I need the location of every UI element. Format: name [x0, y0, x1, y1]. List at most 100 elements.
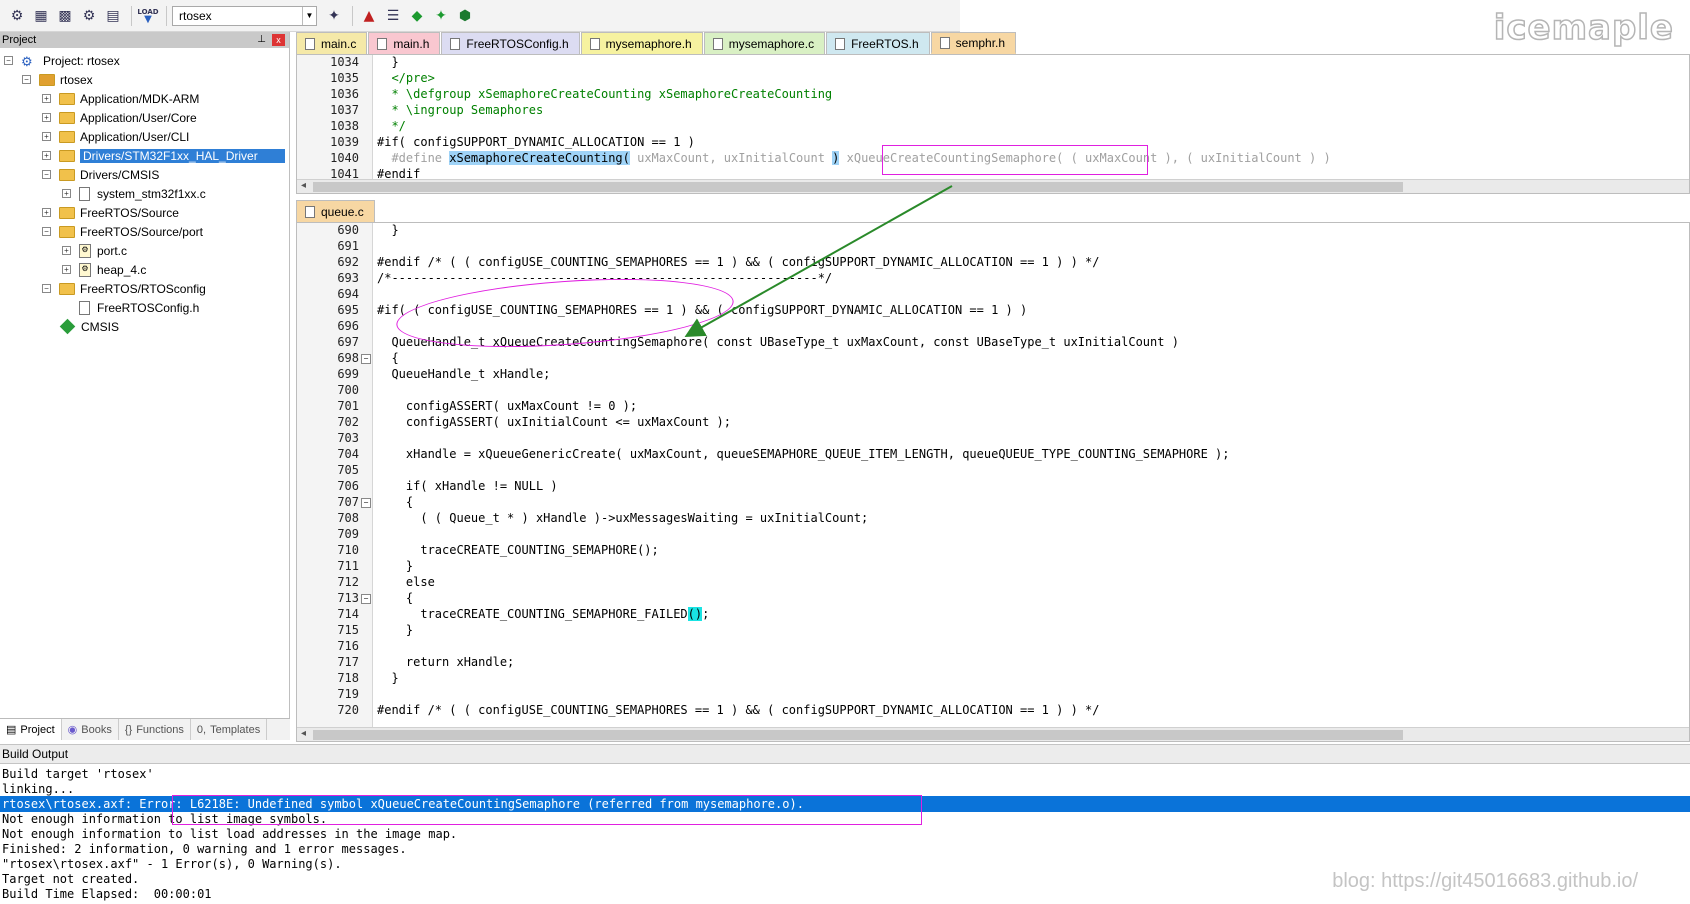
tree-item-group-selected[interactable]: + Drivers/STM32F1xx_HAL_Driver	[42, 146, 285, 165]
run-environment-icon[interactable]: ✦	[430, 5, 452, 27]
tab-mysemaphore-c[interactable]: mysemaphore.c	[703, 32, 826, 54]
line-number: 716	[337, 639, 359, 653]
code-line: 710 traceCREATE_COUNTING_SEMAPHORE();	[297, 543, 1689, 559]
expander-icon[interactable]: +	[42, 208, 51, 217]
tab-freertos-h[interactable]: FreeRTOS.h	[826, 32, 930, 54]
tree-item-group[interactable]: + Application/User/Core	[42, 108, 197, 127]
target-options-icon[interactable]: ✦	[323, 5, 345, 27]
code-token: #endif /* ( ( configUSE_COUNTING_SEMAPHO…	[377, 255, 1100, 269]
tree-item-group[interactable]: − Drivers/CMSIS	[42, 165, 159, 184]
tab-freertosconfig-h[interactable]: FreeRTOSConfig.h	[441, 32, 580, 54]
tree-item-group[interactable]: + Application/MDK-ARM	[42, 89, 199, 108]
collapse-icon[interactable]: −	[4, 56, 13, 65]
translate-icon[interactable]: ⚙	[6, 5, 28, 27]
tab-project[interactable]: ▤ Project	[0, 719, 62, 740]
editor-queue-c[interactable]: 690 } 691 692 #endif /* ( ( configUSE_COUNT…	[296, 222, 1690, 742]
folder-icon	[59, 149, 75, 162]
close-icon[interactable]: x	[272, 34, 285, 46]
code-line: 719	[297, 687, 1689, 703]
scroll-thumb[interactable]	[313, 730, 1403, 740]
scroll-thumb[interactable]	[313, 182, 1403, 192]
toolbar: ⚙ ▦ ▩ ⚙ ▤ LOAD ▼ rtosex ▼ ✦ ▲ ☰ ◆ ✦ ⬢	[0, 0, 960, 32]
build-output-line[interactable]: Not enough information to list image sym…	[0, 811, 1690, 827]
manage-books-icon[interactable]: ☰	[382, 5, 404, 27]
pin-icon[interactable]: ⊥	[257, 34, 266, 46]
code-line: 714 traceCREATE_COUNTING_SEMAPHORE_FAILE…	[297, 607, 1689, 623]
build-output-line[interactable]: Finished: 2 information, 0 warning and 1…	[0, 841, 1690, 857]
tree-item-target[interactable]: − rtosex	[22, 70, 93, 89]
target-select[interactable]: rtosex ▼	[172, 5, 317, 26]
fold-toggle-icon[interactable]: −	[361, 354, 371, 364]
tab-functions[interactable]: {} Functions	[119, 719, 191, 740]
tab-queue-c[interactable]: queue.c	[296, 200, 375, 222]
code-token: QueueHandle_t xHandle;	[377, 367, 551, 381]
horizontal-scrollbar[interactable]: ◂	[297, 179, 1689, 193]
tab-mysemaphore-h[interactable]: mysemaphore.h	[580, 32, 703, 54]
expander-icon[interactable]: +	[62, 189, 71, 198]
expander-icon[interactable]: +	[42, 113, 51, 122]
manage-components-icon[interactable]: ▲	[358, 5, 380, 27]
build-output-line[interactable]: Not enough information to list load addr…	[0, 826, 1690, 842]
code-line: 1035 </pre>	[297, 71, 1689, 87]
tree-item-group[interactable]: − FreeRTOS/Source/port	[42, 222, 203, 241]
tab-label: semphr.h	[955, 35, 1006, 50]
scroll-left-icon[interactable]: ◂	[301, 180, 306, 191]
tab-books[interactable]: ◉ Books	[62, 719, 119, 740]
download-icon[interactable]: LOAD ▼	[137, 5, 159, 27]
tab-main-h[interactable]: main.h	[368, 32, 441, 54]
tree-item-component[interactable]: CMSIS	[59, 317, 119, 336]
expander-icon[interactable]: −	[42, 227, 51, 236]
fold-toggle-icon[interactable]: −	[361, 498, 371, 508]
expander-icon[interactable]: −	[42, 170, 51, 179]
scroll-left-icon[interactable]: ◂	[301, 728, 306, 739]
line-number: 719	[337, 687, 359, 701]
expander-icon[interactable]: +	[42, 94, 51, 103]
tree-item-project-root[interactable]: − ⚙ Project: rtosex	[4, 51, 120, 70]
build-output-line[interactable]: linking...	[0, 781, 1690, 797]
rebuild-icon[interactable]: ▩	[54, 5, 76, 27]
code-token: }	[377, 559, 414, 573]
tab-templates[interactable]: 0, Templates	[191, 719, 268, 740]
collapse-icon[interactable]: −	[22, 75, 31, 84]
tree-label: FreeRTOS/Source	[80, 205, 179, 220]
chevron-down-icon[interactable]: ▼	[302, 6, 316, 25]
build-output-line[interactable]: Build target 'rtosex'	[0, 766, 1690, 782]
line-number: 693	[337, 271, 359, 285]
editor-semphr-h[interactable]: 1034 } 1035 </pre> 1036 * \defgroup xSemap…	[296, 54, 1690, 194]
tree-item-file[interactable]: + ⚙ heap_4.c	[62, 260, 146, 279]
line-number: 708	[337, 511, 359, 525]
tree-item-group[interactable]: + FreeRTOS/Source	[42, 203, 179, 222]
code-line: 694	[297, 287, 1689, 303]
tab-semphr-h[interactable]: semphr.h	[930, 32, 1017, 54]
horizontal-scrollbar[interactable]: ◂	[297, 727, 1689, 741]
file-icon	[450, 37, 461, 50]
folder-icon	[59, 206, 75, 219]
expander-icon[interactable]: +	[62, 265, 71, 274]
expander-icon[interactable]: −	[42, 284, 51, 293]
expander-icon[interactable]: +	[42, 151, 51, 160]
line-number: 704	[337, 447, 359, 461]
expander-icon[interactable]: +	[42, 132, 51, 141]
tree-item-file[interactable]: + system_stm32f1xx.c	[62, 184, 206, 203]
config-file-icon: ⚙	[79, 243, 91, 258]
line-number: 707	[337, 495, 359, 509]
fold-toggle-icon[interactable]: −	[361, 594, 371, 604]
tree-item-group[interactable]: − FreeRTOS/RTOSconfig	[42, 279, 206, 298]
tab-main-c[interactable]: main.c	[296, 32, 368, 54]
line-number: 698	[337, 351, 359, 365]
batch-build-icon[interactable]: ⚙	[78, 5, 100, 27]
tree-item-file[interactable]: FreeRTOSConfig.h	[79, 298, 199, 317]
code-line: 717 return xHandle;	[297, 655, 1689, 671]
tree-label: port.c	[97, 243, 128, 258]
project-panel-tabs: ▤ Project ◉ Books {} Functions 0, Templa…	[0, 718, 290, 740]
build-error-line[interactable]: rtosex\rtosex.axf: Error: L6218E: Undefi…	[0, 796, 1690, 812]
expander-icon[interactable]: +	[62, 246, 71, 255]
tree-item-group[interactable]: + Application/User/CLI	[42, 127, 189, 146]
file-icon	[79, 300, 90, 315]
tree-item-file[interactable]: + ⚙ port.c	[62, 241, 127, 260]
line-number: 703	[337, 431, 359, 445]
software-packs-icon[interactable]: ⬢	[454, 5, 476, 27]
stop-build-icon[interactable]: ▤	[102, 5, 124, 27]
build-icon[interactable]: ▦	[30, 5, 52, 27]
pack-installer-icon[interactable]: ◆	[406, 5, 428, 27]
